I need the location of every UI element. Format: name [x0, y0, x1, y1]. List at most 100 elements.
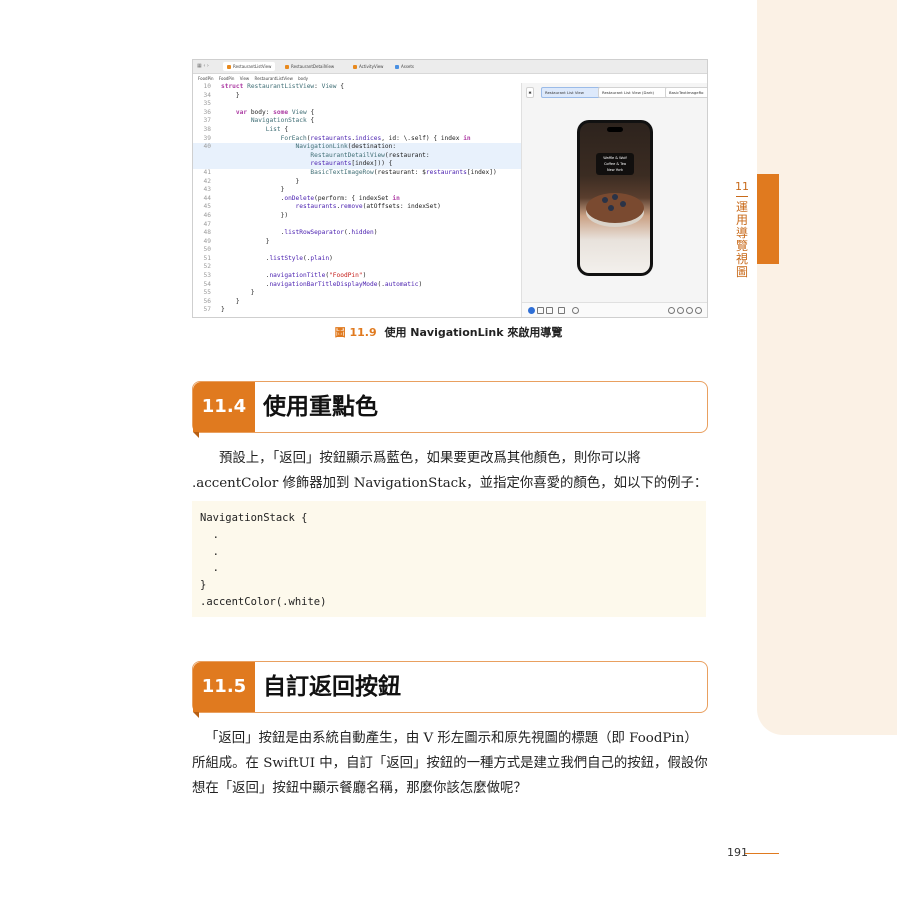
code-editor-line[interactable]: 39 ForEach(restaurants.indices, id: \.se… [193, 135, 521, 144]
code-line: . [200, 562, 219, 575]
line-number: 34 [203, 91, 211, 99]
code-editor-line[interactable]: 45 restaurants.remove(atOffsets: indexSe… [193, 203, 521, 212]
breadcrumb-item[interactable]: FoodPin [198, 76, 214, 81]
swift-file-icon [227, 64, 231, 69]
chapter-title: 運用導覽視圖 [736, 200, 749, 279]
line-number: 37 [203, 117, 211, 125]
preview-tab[interactable]: Restaurant List View [541, 87, 601, 98]
device-icon[interactable] [572, 307, 579, 314]
chapter-number: 11 [735, 180, 749, 193]
line-number: 52 [203, 263, 211, 271]
code-text: .navigationBarTitleDisplayMode(.automati… [221, 280, 423, 288]
berry-decoration [608, 205, 614, 211]
pin-icon[interactable]: ✱ [526, 87, 534, 98]
code-editor-line[interactable]: 37 NavigationStack { [193, 117, 521, 126]
code-text: .listRowSeparator(.hidden) [221, 229, 378, 237]
code-editor-line[interactable]: 36 var body: some View { [193, 109, 521, 118]
code-text: } [221, 91, 240, 99]
section-number: 11.5 [193, 662, 255, 718]
page-number-rule [745, 853, 779, 854]
code-text: NavigationStack { [250, 117, 315, 125]
breadcrumb-item[interactable]: RestaurantListView [254, 76, 292, 81]
line-number: 38 [203, 125, 211, 133]
code-editor-line[interactable]: 46 }) [193, 212, 521, 221]
preview-tab[interactable]: BasicTextImageRo [665, 87, 707, 98]
code-editor-line[interactable]: 53 .navigationTitle("FoodPin") [193, 272, 521, 281]
code-text: var body: some View { [235, 108, 315, 116]
zoom-fit-icon[interactable] [695, 307, 702, 314]
code-editor-line[interactable]: 50 [193, 246, 521, 255]
code-editor[interactable]: 10 struct RestaurantListView: View {34 } 3… [193, 83, 521, 317]
code-editor-line[interactable]: 47 [193, 221, 521, 230]
code-editor-line[interactable]: 34 } [193, 92, 521, 101]
chapter-label: 11 運用導覽視圖 [734, 180, 750, 279]
code-editor-line[interactable]: 51 .listStyle(.plain) [193, 255, 521, 264]
line-number: 41 [203, 168, 211, 176]
code-editor-line[interactable]: 35 [193, 100, 521, 109]
zoom-actual-icon[interactable] [677, 307, 684, 314]
variants-icon[interactable] [546, 307, 553, 314]
line-number: 56 [203, 297, 211, 305]
code-editor-line[interactable]: RestaurantDetailView(restaurant: [193, 151, 521, 161]
code-editor-line[interactable]: 40 NavigationLink(destination: [193, 143, 521, 152]
line-number: 45 [203, 203, 211, 211]
tab-restaurant-detail-view[interactable]: RestaurantDetailView [281, 62, 338, 71]
live-preview-icon[interactable] [528, 307, 535, 314]
code-text: restaurants.remove(atOffsets: indexSet) [295, 203, 441, 211]
canvas-preview: ✱ Restaurant List View Restaurant List V… [521, 83, 707, 317]
tab-restaurant-list-view[interactable]: RestaurantListView [223, 62, 276, 71]
device-settings-icon[interactable] [558, 307, 565, 314]
line-number: 36 [203, 108, 211, 116]
code-text: List { [265, 125, 289, 133]
code-editor-line[interactable]: 57} [193, 306, 521, 315]
code-editor-line[interactable]: 10 struct RestaurantListView: View { [193, 83, 521, 92]
section-heading-11-4: 11.4 使用重點色 [192, 381, 708, 438]
preview-tabs: ✱ Restaurant List View Restaurant List V… [526, 87, 707, 98]
code-text: struct RestaurantListView: View { [221, 83, 344, 90]
berry-decoration [602, 197, 608, 203]
section-number: 11.4 [193, 382, 255, 438]
breadcrumb-item[interactable]: body [298, 76, 308, 81]
window-controls-icon: ▦ ‹ › [197, 63, 209, 69]
line-number: 10 [203, 83, 211, 90]
line-number: 43 [203, 186, 211, 194]
code-text: } [221, 297, 240, 305]
code-editor-line[interactable]: 44 .onDelete(perform: { indexSet in [193, 195, 521, 204]
zoom-out-icon[interactable] [668, 307, 675, 314]
code-line: .accentColor(.white) [200, 595, 327, 608]
code-text: } [221, 237, 270, 245]
preview-tab[interactable]: Restaurant List View (Dark) [598, 87, 668, 98]
side-tab-background [757, 0, 897, 735]
code-text: .onDelete(perform: { indexSet in [221, 194, 400, 202]
line-number: 51 [203, 254, 211, 262]
code-editor-line[interactable]: 49 } [193, 238, 521, 247]
code-editor-line[interactable]: 42 } [193, 178, 521, 187]
code-text: } [221, 186, 285, 194]
code-text: } [221, 177, 300, 185]
code-editor-line[interactable]: 38 List { [193, 126, 521, 135]
code-editor-line[interactable]: 48 .listRowSeparator(.hidden) [193, 229, 521, 238]
section-heading-11-5: 11.5 自訂返回按鈕 [192, 661, 708, 718]
code-editor-line[interactable]: 55 } [193, 289, 521, 298]
code-text: } [221, 289, 255, 297]
zoom-in-icon[interactable] [686, 307, 693, 314]
code-editor-line[interactable]: 43 } [193, 186, 521, 195]
code-editor-line[interactable]: restaurants[index])) { [193, 160, 521, 169]
berry-decoration [620, 201, 626, 207]
tab-activity-view[interactable]: ActivityView [349, 62, 387, 71]
line-number: 50 [203, 246, 211, 254]
breadcrumb-item[interactable]: FoodPin [219, 76, 235, 81]
code-editor-line[interactable]: 56 } [193, 298, 521, 307]
code-editor-line[interactable]: 41 BasicTextImageRow(restaurant: $restau… [193, 169, 521, 178]
line-number: 47 [203, 220, 211, 228]
breadcrumb-item[interactable]: View [240, 76, 250, 81]
section-title: 自訂返回按鈕 [263, 674, 401, 700]
tab-assets[interactable]: Assets [391, 62, 418, 71]
xcode-screenshot: ▦ ‹ › RestaurantListView RestaurantDetai… [192, 59, 708, 318]
selectable-icon[interactable] [537, 307, 544, 314]
line-number: 53 [203, 272, 211, 280]
code-editor-line[interactable]: 52 [193, 263, 521, 272]
code-editor-line[interactable]: 54 .navigationBarTitleDisplayMode(.autom… [193, 281, 521, 290]
code-line: } [200, 579, 207, 592]
code-text: NavigationLink(destination: [295, 143, 397, 151]
